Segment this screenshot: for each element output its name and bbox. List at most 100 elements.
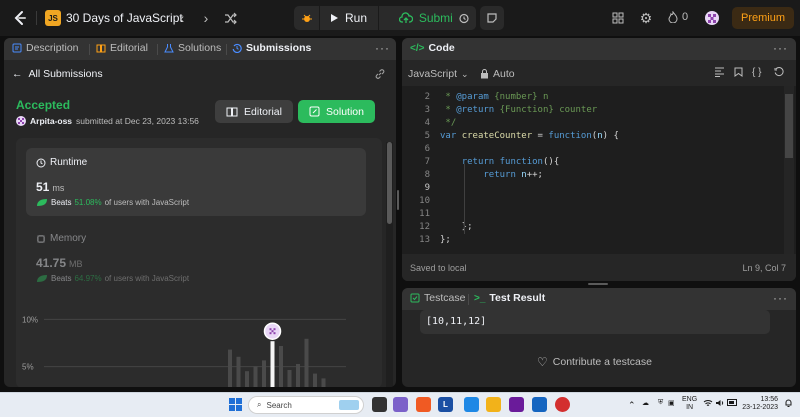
tab-submissions[interactable]: Submissions bbox=[232, 42, 311, 54]
problem-list-title[interactable]: 30 Days of JavaScript bbox=[66, 11, 183, 25]
clock-date: 23-12-2023 bbox=[742, 404, 778, 411]
app-store-icon[interactable] bbox=[532, 397, 547, 412]
code-token: function bbox=[499, 157, 543, 167]
tab-solutions[interactable]: Solutions bbox=[164, 42, 221, 54]
braces-icon[interactable]: { } bbox=[752, 67, 761, 78]
auto-mode-toggle[interactable]: Auto bbox=[480, 68, 515, 80]
all-submissions-link[interactable]: ← All Submissions bbox=[12, 68, 103, 80]
wifi-icon[interactable] bbox=[703, 399, 713, 407]
submission-author: Arpita-oss submitted at Dec 23, 2023 13:… bbox=[16, 116, 199, 126]
runtime-value: 51 ms bbox=[36, 180, 64, 194]
runtime-box[interactable]: Runtime 51 ms Beats 51.08% of users with … bbox=[26, 148, 366, 216]
cloud-icon[interactable]: ☁ bbox=[642, 399, 649, 407]
run-button[interactable]: Run bbox=[320, 6, 376, 30]
code-token: @param bbox=[456, 92, 489, 102]
avatar-pixel bbox=[273, 328, 276, 331]
code-token: var bbox=[440, 131, 462, 141]
memory-box[interactable]: Memory 41.75 MB Beats 64.97% of users wit… bbox=[26, 224, 366, 292]
bookmark-icon[interactable] bbox=[734, 67, 743, 77]
tab-editorial[interactable]: Editorial bbox=[96, 42, 148, 54]
chart-bar[interactable] bbox=[304, 338, 309, 387]
app-purple-icon[interactable] bbox=[509, 397, 524, 412]
memory-beats: Beats 64.97% of users with JavaScript bbox=[36, 274, 189, 283]
more-options-icon[interactable]: ··· bbox=[773, 291, 788, 305]
app-blue-icon[interactable] bbox=[464, 397, 479, 412]
chart-bar[interactable] bbox=[287, 370, 292, 387]
note-icon[interactable] bbox=[480, 6, 504, 30]
result-card: Runtime 51 ms Beats 51.08% of users with … bbox=[16, 138, 382, 387]
avatar-pixel bbox=[269, 328, 272, 331]
chart-bar[interactable] bbox=[313, 373, 317, 387]
chart-bar[interactable] bbox=[279, 346, 283, 387]
vertical-resize-handle[interactable] bbox=[397, 190, 399, 210]
tab-code[interactable]: </> Code bbox=[410, 42, 455, 54]
chevron-up-icon[interactable]: ⌃ bbox=[628, 400, 636, 411]
more-options-icon[interactable]: ··· bbox=[773, 41, 788, 55]
chevron-right-icon[interactable]: › bbox=[196, 8, 216, 28]
tab-test-result[interactable]: >_ Test Result bbox=[474, 292, 545, 304]
format-icon[interactable] bbox=[714, 67, 725, 77]
leaf-icon bbox=[37, 275, 47, 282]
system-clock[interactable]: 13:56 23-12-2023 bbox=[742, 396, 778, 412]
taskbar-search[interactable]: ⌕ Search bbox=[248, 396, 364, 414]
chevron-left-icon[interactable]: ‹ bbox=[172, 8, 192, 28]
opera-browser-icon[interactable] bbox=[555, 397, 570, 412]
tab-description[interactable]: Description bbox=[12, 42, 79, 54]
chart-bar[interactable] bbox=[245, 371, 249, 387]
code-token: = bbox=[532, 131, 549, 141]
link-icon[interactable] bbox=[374, 68, 386, 80]
debug-icon[interactable] bbox=[294, 6, 320, 30]
avatar[interactable] bbox=[705, 11, 719, 25]
left-scrollbar-thumb[interactable] bbox=[387, 142, 392, 224]
code-line: }; bbox=[440, 222, 473, 232]
play-icon bbox=[330, 14, 338, 22]
security-icon[interactable]: ⛨ bbox=[658, 399, 663, 407]
battery-icon[interactable] bbox=[727, 399, 738, 406]
alarm-clock-icon[interactable] bbox=[452, 6, 476, 30]
streak-counter[interactable]: 0 bbox=[668, 11, 688, 23]
all-submissions-label: All Submissions bbox=[28, 68, 103, 80]
editor-scrollbar-thumb[interactable] bbox=[785, 94, 793, 158]
reset-icon[interactable] bbox=[774, 67, 784, 77]
file-explorer-icon[interactable] bbox=[486, 397, 501, 412]
language-select[interactable]: JavaScript ⌄ bbox=[408, 68, 469, 80]
gear-icon[interactable]: ⚙ bbox=[636, 8, 656, 28]
grid-layout-icon[interactable] bbox=[608, 8, 628, 28]
more-options-icon[interactable]: ··· bbox=[375, 41, 390, 55]
code-editor[interactable]: 2 3 4 5 6 7 8 9 10 11 12 13 * @param {number} n * @… bbox=[402, 86, 796, 254]
chart-bar[interactable] bbox=[236, 356, 241, 387]
language-value: JavaScript bbox=[408, 68, 458, 80]
chart-bar[interactable] bbox=[321, 378, 326, 387]
tab-testcase[interactable]: Testcase bbox=[410, 292, 465, 304]
test-tab-bar: Testcase >_ Test Result ··· bbox=[402, 288, 796, 310]
task-view-icon[interactable] bbox=[372, 397, 387, 412]
chart-bar[interactable] bbox=[228, 349, 232, 387]
search-icon: ⌕ bbox=[257, 400, 262, 409]
app-l-icon[interactable]: L bbox=[438, 397, 453, 412]
tray-app-icon[interactable]: ▣ bbox=[668, 399, 675, 407]
chart-bar[interactable] bbox=[296, 364, 300, 387]
input-language[interactable]: ENG IN bbox=[682, 396, 697, 412]
teams-chat-icon[interactable] bbox=[393, 397, 408, 412]
chart-bar[interactable] bbox=[262, 360, 266, 387]
author-avatar[interactable] bbox=[16, 116, 26, 126]
horizontal-resize-handle[interactable] bbox=[588, 283, 608, 285]
chart-bar[interactable] bbox=[253, 366, 258, 387]
premium-button[interactable]: Premium bbox=[732, 7, 794, 29]
notification-icon[interactable] bbox=[784, 399, 793, 408]
code-lines: * @param {number} n * @return {Function}… bbox=[402, 86, 782, 254]
code-token: return bbox=[461, 157, 500, 167]
chart-y-tick-label: 5% bbox=[22, 363, 34, 372]
shuffle-icon[interactable] bbox=[220, 8, 240, 28]
windows-start-icon[interactable] bbox=[229, 398, 242, 411]
chart-bar-highlight[interactable] bbox=[270, 341, 275, 387]
solution-button[interactable]: Solution bbox=[298, 100, 375, 123]
author-name[interactable]: Arpita-oss bbox=[30, 116, 72, 126]
brave-browser-icon[interactable] bbox=[416, 397, 431, 412]
volume-icon[interactable] bbox=[715, 399, 725, 407]
leetcode-logo-icon[interactable] bbox=[12, 10, 28, 26]
contribute-testcase-button[interactable]: ♡ Contribute a testcase bbox=[537, 355, 652, 369]
editorial-button[interactable]: Editorial bbox=[215, 100, 293, 123]
submit-label: Submit bbox=[418, 11, 457, 25]
beats-percent: 64.97% bbox=[74, 274, 102, 283]
